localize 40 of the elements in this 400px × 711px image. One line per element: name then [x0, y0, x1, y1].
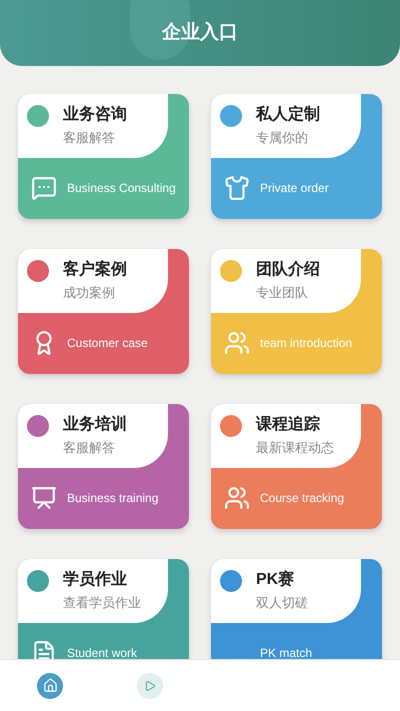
service-card[interactable]: 业务咨询 客服解答 Business Consulting: [18, 94, 189, 219]
service-card[interactable]: PK赛 双人切磋 PK match: [211, 559, 382, 659]
service-card[interactable]: 学员作业 查看学员作业 Student work: [18, 559, 189, 659]
service-card[interactable]: 私人定制 专属你的 Private order: [211, 94, 382, 219]
people-icon: [224, 330, 250, 356]
card-title: 业务培训: [63, 414, 127, 435]
card-subtitle: 客服解答: [63, 439, 116, 457]
card-label: Business training: [67, 490, 158, 506]
card-title: 私人定制: [256, 104, 320, 125]
card-title: 课程追踪: [256, 414, 321, 435]
card-subtitle: 专属你的: [256, 129, 309, 147]
card-title: 学员作业: [63, 570, 128, 590]
service-card[interactable]: 业务培训 客服解答 Business training: [18, 404, 189, 529]
card-subtitle: 最新课程动态: [256, 439, 334, 457]
header-title: 企业入口: [162, 20, 238, 45]
play-icon[interactable]: [137, 672, 163, 698]
shirt-icon: [224, 174, 250, 200]
presentation-icon: [31, 484, 57, 510]
card-label: Private order: [260, 180, 329, 196]
card-label: Customer case: [67, 334, 148, 352]
card-subtitle: 成功案例: [63, 284, 116, 302]
service-card[interactable]: 课程追踪 最新课程动态 Course tracking: [211, 404, 382, 529]
card-label: team introduction: [260, 334, 352, 352]
service-card[interactable]: 客户案例 成功案例 Customer case: [18, 249, 189, 374]
home-icon[interactable]: [37, 672, 63, 698]
chat-icon: [31, 174, 57, 200]
card-title: 业务咨询: [63, 104, 127, 125]
people-icon: [224, 484, 250, 510]
card-label: Business Consulting: [67, 180, 176, 196]
card-title: 客户案例: [63, 259, 127, 280]
card-label: PK match: [260, 644, 312, 659]
card-subtitle: 客服解答: [63, 129, 116, 147]
card-subtitle: 双人切磋: [256, 594, 308, 612]
card-subtitle: 查看学员作业: [63, 594, 141, 612]
card-subtitle: 专业团队: [256, 284, 309, 302]
card-label: Student work: [67, 644, 138, 659]
card-title: PK赛: [256, 569, 296, 590]
service-card[interactable]: 团队介绍 专业团队 team introduction: [211, 249, 382, 374]
card-title: 团队介绍: [256, 260, 320, 280]
card-label: Course tracking: [260, 490, 344, 506]
